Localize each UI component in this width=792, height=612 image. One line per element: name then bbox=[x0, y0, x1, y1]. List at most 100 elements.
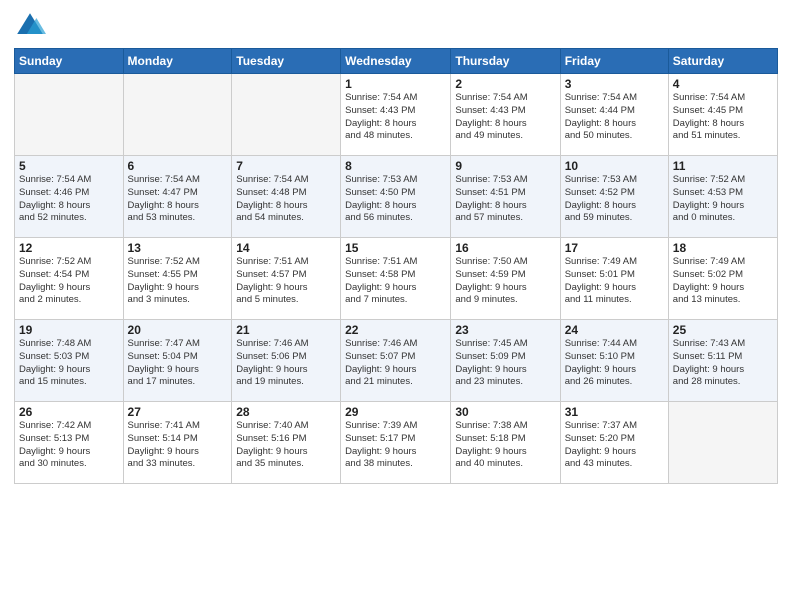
calendar-cell: 18Sunrise: 7:49 AM Sunset: 5:02 PM Dayli… bbox=[668, 238, 777, 320]
day-info: Sunrise: 7:39 AM Sunset: 5:17 PM Dayligh… bbox=[345, 420, 446, 471]
calendar-week-row: 26Sunrise: 7:42 AM Sunset: 5:13 PM Dayli… bbox=[15, 402, 778, 484]
calendar-cell: 16Sunrise: 7:50 AM Sunset: 4:59 PM Dayli… bbox=[451, 238, 560, 320]
day-info: Sunrise: 7:52 AM Sunset: 4:54 PM Dayligh… bbox=[19, 256, 119, 307]
day-info: Sunrise: 7:53 AM Sunset: 4:50 PM Dayligh… bbox=[345, 174, 446, 225]
day-info: Sunrise: 7:54 AM Sunset: 4:43 PM Dayligh… bbox=[455, 92, 555, 143]
calendar-cell bbox=[668, 402, 777, 484]
day-info: Sunrise: 7:46 AM Sunset: 5:07 PM Dayligh… bbox=[345, 338, 446, 389]
day-info: Sunrise: 7:51 AM Sunset: 4:57 PM Dayligh… bbox=[236, 256, 336, 307]
day-info: Sunrise: 7:53 AM Sunset: 4:52 PM Dayligh… bbox=[565, 174, 664, 225]
calendar-cell: 21Sunrise: 7:46 AM Sunset: 5:06 PM Dayli… bbox=[232, 320, 341, 402]
calendar-cell: 2Sunrise: 7:54 AM Sunset: 4:43 PM Daylig… bbox=[451, 74, 560, 156]
day-number: 27 bbox=[128, 405, 228, 419]
calendar-cell: 6Sunrise: 7:54 AM Sunset: 4:47 PM Daylig… bbox=[123, 156, 232, 238]
calendar-cell: 31Sunrise: 7:37 AM Sunset: 5:20 PM Dayli… bbox=[560, 402, 668, 484]
day-info: Sunrise: 7:54 AM Sunset: 4:46 PM Dayligh… bbox=[19, 174, 119, 225]
calendar-cell: 30Sunrise: 7:38 AM Sunset: 5:18 PM Dayli… bbox=[451, 402, 560, 484]
day-info: Sunrise: 7:49 AM Sunset: 5:02 PM Dayligh… bbox=[673, 256, 773, 307]
calendar-cell: 19Sunrise: 7:48 AM Sunset: 5:03 PM Dayli… bbox=[15, 320, 124, 402]
day-number: 29 bbox=[345, 405, 446, 419]
day-number: 24 bbox=[565, 323, 664, 337]
day-info: Sunrise: 7:54 AM Sunset: 4:43 PM Dayligh… bbox=[345, 92, 446, 143]
day-number: 25 bbox=[673, 323, 773, 337]
day-info: Sunrise: 7:54 AM Sunset: 4:44 PM Dayligh… bbox=[565, 92, 664, 143]
day-number: 20 bbox=[128, 323, 228, 337]
calendar-cell: 5Sunrise: 7:54 AM Sunset: 4:46 PM Daylig… bbox=[15, 156, 124, 238]
day-info: Sunrise: 7:43 AM Sunset: 5:11 PM Dayligh… bbox=[673, 338, 773, 389]
day-number: 4 bbox=[673, 77, 773, 91]
calendar-cell: 28Sunrise: 7:40 AM Sunset: 5:16 PM Dayli… bbox=[232, 402, 341, 484]
day-info: Sunrise: 7:37 AM Sunset: 5:20 PM Dayligh… bbox=[565, 420, 664, 471]
day-number: 16 bbox=[455, 241, 555, 255]
day-number: 26 bbox=[19, 405, 119, 419]
calendar-cell: 29Sunrise: 7:39 AM Sunset: 5:17 PM Dayli… bbox=[341, 402, 451, 484]
calendar-cell: 7Sunrise: 7:54 AM Sunset: 4:48 PM Daylig… bbox=[232, 156, 341, 238]
day-number: 8 bbox=[345, 159, 446, 173]
weekday-header: Friday bbox=[560, 49, 668, 74]
calendar-cell: 15Sunrise: 7:51 AM Sunset: 4:58 PM Dayli… bbox=[341, 238, 451, 320]
calendar-cell bbox=[232, 74, 341, 156]
day-info: Sunrise: 7:42 AM Sunset: 5:13 PM Dayligh… bbox=[19, 420, 119, 471]
calendar-cell: 9Sunrise: 7:53 AM Sunset: 4:51 PM Daylig… bbox=[451, 156, 560, 238]
day-info: Sunrise: 7:54 AM Sunset: 4:47 PM Dayligh… bbox=[128, 174, 228, 225]
calendar-week-row: 12Sunrise: 7:52 AM Sunset: 4:54 PM Dayli… bbox=[15, 238, 778, 320]
day-number: 23 bbox=[455, 323, 555, 337]
day-number: 12 bbox=[19, 241, 119, 255]
calendar-cell: 14Sunrise: 7:51 AM Sunset: 4:57 PM Dayli… bbox=[232, 238, 341, 320]
day-number: 14 bbox=[236, 241, 336, 255]
day-number: 17 bbox=[565, 241, 664, 255]
logo-icon bbox=[14, 10, 46, 42]
day-info: Sunrise: 7:51 AM Sunset: 4:58 PM Dayligh… bbox=[345, 256, 446, 307]
calendar-cell: 3Sunrise: 7:54 AM Sunset: 4:44 PM Daylig… bbox=[560, 74, 668, 156]
calendar-cell: 1Sunrise: 7:54 AM Sunset: 4:43 PM Daylig… bbox=[341, 74, 451, 156]
calendar-cell: 22Sunrise: 7:46 AM Sunset: 5:07 PM Dayli… bbox=[341, 320, 451, 402]
calendar-cell: 11Sunrise: 7:52 AM Sunset: 4:53 PM Dayli… bbox=[668, 156, 777, 238]
day-number: 11 bbox=[673, 159, 773, 173]
page: SundayMondayTuesdayWednesdayThursdayFrid… bbox=[0, 0, 792, 612]
day-info: Sunrise: 7:46 AM Sunset: 5:06 PM Dayligh… bbox=[236, 338, 336, 389]
day-info: Sunrise: 7:54 AM Sunset: 4:48 PM Dayligh… bbox=[236, 174, 336, 225]
weekday-header: Monday bbox=[123, 49, 232, 74]
day-number: 7 bbox=[236, 159, 336, 173]
calendar-cell: 20Sunrise: 7:47 AM Sunset: 5:04 PM Dayli… bbox=[123, 320, 232, 402]
day-number: 18 bbox=[673, 241, 773, 255]
day-number: 22 bbox=[345, 323, 446, 337]
calendar-cell: 8Sunrise: 7:53 AM Sunset: 4:50 PM Daylig… bbox=[341, 156, 451, 238]
day-number: 10 bbox=[565, 159, 664, 173]
day-info: Sunrise: 7:52 AM Sunset: 4:53 PM Dayligh… bbox=[673, 174, 773, 225]
weekday-header: Wednesday bbox=[341, 49, 451, 74]
calendar-cell bbox=[15, 74, 124, 156]
day-number: 2 bbox=[455, 77, 555, 91]
calendar-cell: 23Sunrise: 7:45 AM Sunset: 5:09 PM Dayli… bbox=[451, 320, 560, 402]
weekday-header: Sunday bbox=[15, 49, 124, 74]
calendar-week-row: 1Sunrise: 7:54 AM Sunset: 4:43 PM Daylig… bbox=[15, 74, 778, 156]
logo bbox=[14, 10, 50, 42]
calendar-cell: 26Sunrise: 7:42 AM Sunset: 5:13 PM Dayli… bbox=[15, 402, 124, 484]
day-info: Sunrise: 7:38 AM Sunset: 5:18 PM Dayligh… bbox=[455, 420, 555, 471]
day-info: Sunrise: 7:44 AM Sunset: 5:10 PM Dayligh… bbox=[565, 338, 664, 389]
calendar-cell bbox=[123, 74, 232, 156]
day-number: 1 bbox=[345, 77, 446, 91]
day-info: Sunrise: 7:52 AM Sunset: 4:55 PM Dayligh… bbox=[128, 256, 228, 307]
weekday-header: Tuesday bbox=[232, 49, 341, 74]
day-number: 19 bbox=[19, 323, 119, 337]
calendar-cell: 17Sunrise: 7:49 AM Sunset: 5:01 PM Dayli… bbox=[560, 238, 668, 320]
day-info: Sunrise: 7:54 AM Sunset: 4:45 PM Dayligh… bbox=[673, 92, 773, 143]
calendar-cell: 25Sunrise: 7:43 AM Sunset: 5:11 PM Dayli… bbox=[668, 320, 777, 402]
calendar-cell: 27Sunrise: 7:41 AM Sunset: 5:14 PM Dayli… bbox=[123, 402, 232, 484]
calendar-table: SundayMondayTuesdayWednesdayThursdayFrid… bbox=[14, 48, 778, 484]
weekday-header: Saturday bbox=[668, 49, 777, 74]
day-number: 6 bbox=[128, 159, 228, 173]
day-number: 13 bbox=[128, 241, 228, 255]
day-info: Sunrise: 7:48 AM Sunset: 5:03 PM Dayligh… bbox=[19, 338, 119, 389]
calendar-cell: 24Sunrise: 7:44 AM Sunset: 5:10 PM Dayli… bbox=[560, 320, 668, 402]
calendar-cell: 10Sunrise: 7:53 AM Sunset: 4:52 PM Dayli… bbox=[560, 156, 668, 238]
day-number: 3 bbox=[565, 77, 664, 91]
day-number: 21 bbox=[236, 323, 336, 337]
calendar-week-row: 19Sunrise: 7:48 AM Sunset: 5:03 PM Dayli… bbox=[15, 320, 778, 402]
day-info: Sunrise: 7:49 AM Sunset: 5:01 PM Dayligh… bbox=[565, 256, 664, 307]
calendar-week-row: 5Sunrise: 7:54 AM Sunset: 4:46 PM Daylig… bbox=[15, 156, 778, 238]
calendar-cell: 13Sunrise: 7:52 AM Sunset: 4:55 PM Dayli… bbox=[123, 238, 232, 320]
day-info: Sunrise: 7:50 AM Sunset: 4:59 PM Dayligh… bbox=[455, 256, 555, 307]
day-info: Sunrise: 7:40 AM Sunset: 5:16 PM Dayligh… bbox=[236, 420, 336, 471]
